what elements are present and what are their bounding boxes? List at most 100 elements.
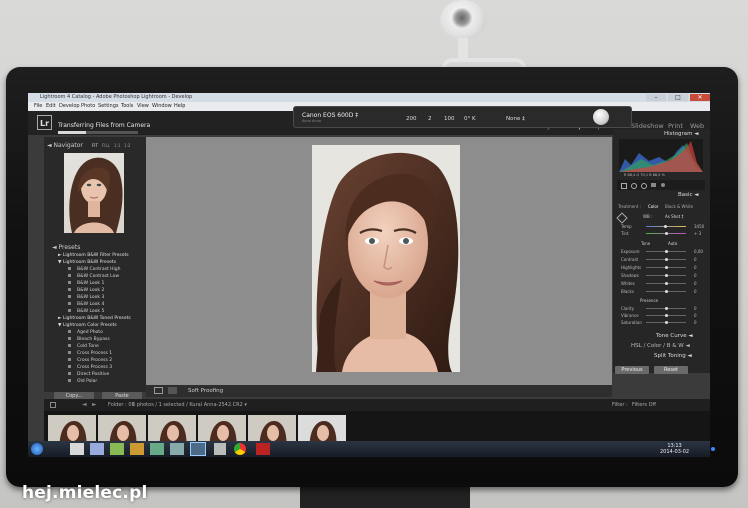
filter-select[interactable]: Filters Off (632, 402, 656, 408)
capture-button[interactable] (593, 109, 609, 125)
slider-value[interactable]: 0 (694, 306, 697, 311)
wb-select[interactable]: As Shot ‡ (665, 214, 683, 219)
preset-item[interactable]: Old Polar (68, 379, 97, 384)
back-arrow-icon[interactable]: ◄ (82, 401, 87, 408)
preset-item[interactable]: B&W Look 2 (68, 288, 104, 293)
menu-window[interactable]: Window (152, 102, 172, 111)
menu-settings[interactable]: Settings (98, 102, 119, 111)
slider-value[interactable]: 0,00 (694, 249, 703, 254)
tint-slider-thumb[interactable] (665, 232, 668, 235)
preset-item[interactable]: B&W Look 4 (68, 302, 104, 307)
preset-folder[interactable]: ▼ Lightroom B&W Presets (58, 260, 116, 265)
preset-item[interactable]: Cross Process 1 (68, 351, 112, 356)
red-eye-icon[interactable] (641, 183, 647, 189)
menu-view[interactable]: View (137, 102, 149, 111)
nav-zoom-fit[interactable]: FIT (92, 143, 98, 148)
treatment-bw[interactable]: Black & White (665, 204, 693, 209)
preset-item[interactable]: Cold Tone (68, 344, 99, 349)
maximize-button[interactable]: □ (668, 94, 688, 101)
adjustment-brush-icon[interactable] (661, 183, 665, 187)
taskbar-app-icon[interactable] (150, 443, 164, 455)
close-button[interactable]: ✕ (690, 94, 710, 101)
tone-auto-button[interactable]: Auto (668, 241, 677, 246)
menu-tools[interactable]: Tools (121, 102, 133, 111)
tone-curve-header[interactable]: Tone Curve ◄ (656, 333, 693, 339)
preset-folder[interactable]: ► Lightroom B&W Toned Presets (58, 316, 131, 321)
slider-thumb[interactable] (664, 314, 668, 317)
tint-value[interactable]: + 3 (694, 231, 701, 236)
taskbar-app-icon[interactable] (110, 443, 124, 455)
histogram-header[interactable]: Histogram ◄ (664, 131, 699, 137)
taskbar-app-icon[interactable] (70, 443, 84, 455)
develop-preset-select[interactable]: None ‡ (506, 116, 525, 122)
slider-thumb[interactable] (664, 250, 668, 253)
nav-zoom-1-2[interactable]: 1:2 (124, 143, 130, 148)
slider-value[interactable]: 0 (694, 289, 697, 294)
previous-button[interactable]: Previous (615, 366, 649, 374)
slider-thumb[interactable] (664, 321, 668, 324)
slider-value[interactable]: 0 (694, 257, 697, 262)
slider-thumb[interactable] (664, 290, 668, 293)
nav-zoom-1-1[interactable]: 1:1 (114, 143, 120, 148)
hsl-color-bw-header[interactable]: HSL / Color / B & W ◄ (631, 343, 690, 349)
preset-item[interactable]: Cross Process 2 (68, 358, 112, 363)
loupe-view-icon[interactable] (154, 387, 163, 394)
slider-thumb[interactable] (664, 307, 668, 310)
nav-zoom-fill[interactable]: FILL (102, 143, 110, 148)
graduated-filter-icon[interactable] (651, 183, 656, 187)
preset-item[interactable]: B&W Look 3 (68, 295, 104, 300)
taskbar-app-icon[interactable] (214, 443, 226, 455)
presets-header[interactable]: ◄ Presets (52, 244, 80, 251)
filmstrip-info[interactable]: 6 photos / 1 selected / Kural Anna-2542.… (132, 402, 247, 408)
navigator-header[interactable]: ◄ Navigator (47, 142, 83, 149)
preset-folder[interactable]: ► Lightroom B&W Filter Presets (58, 253, 129, 258)
slider-value[interactable]: 0 (694, 281, 697, 286)
slider-value[interactable]: 0 (694, 273, 697, 278)
spot-removal-icon[interactable] (631, 183, 637, 189)
slider-thumb[interactable] (664, 274, 668, 277)
soft-proofing-toggle[interactable]: Soft Proofing (188, 388, 223, 394)
preset-item[interactable]: B&W Look 5 (68, 309, 104, 314)
reset-button[interactable]: Reset (654, 366, 688, 374)
menu-edit[interactable]: Edit (46, 102, 56, 111)
clock[interactable]: 13:13 2014-03-02 (660, 443, 689, 455)
slider-thumb[interactable] (664, 266, 668, 269)
taskbar-app-icon[interactable] (130, 443, 144, 455)
treatment-color[interactable]: Color (648, 204, 658, 209)
camera-name[interactable]: Canon EOS 600D ‡ (302, 112, 358, 119)
temp-value[interactable]: 3450 (694, 224, 704, 229)
slider-thumb[interactable] (664, 282, 668, 285)
start-button-icon[interactable] (31, 443, 43, 455)
slider-value[interactable]: 0 (694, 265, 697, 270)
preset-item[interactable]: Aged Photo (68, 330, 103, 335)
navigator-preview[interactable] (64, 153, 124, 233)
slider-value[interactable]: 0 (694, 313, 697, 318)
crop-icon[interactable] (621, 183, 627, 189)
menu-develop[interactable]: Develop (59, 102, 80, 111)
preset-folder[interactable]: ▼ Lightroom Color Presets (58, 323, 117, 328)
forward-arrow-icon[interactable]: ► (92, 401, 97, 408)
preset-item[interactable]: Bleach Bypass (68, 337, 110, 342)
menu-help[interactable]: Help (174, 102, 185, 111)
folder-label[interactable]: Folder : 01 (108, 402, 135, 408)
split-toning-header[interactable]: Split Toning ◄ (654, 353, 692, 359)
slider-value[interactable]: 0 (694, 320, 697, 325)
preset-item[interactable]: B&W Contrast High (68, 267, 120, 272)
preset-item[interactable]: B&W Contrast Low (68, 274, 119, 279)
taskbar-app-icon[interactable] (90, 443, 104, 455)
preset-item[interactable]: B&W Look 1 (68, 281, 104, 286)
taskbar-app-icon[interactable] (170, 443, 184, 455)
grid-icon[interactable] (50, 402, 56, 408)
preset-item[interactable]: Cross Process 3 (68, 365, 112, 370)
basic-header[interactable]: Basic ◄ (678, 192, 699, 198)
menu-file[interactable]: File (34, 102, 42, 111)
taskbar-lightroom-icon[interactable] (190, 442, 206, 456)
slider-thumb[interactable] (664, 258, 668, 261)
taskbar-app-icon[interactable] (256, 443, 270, 455)
temp-slider-thumb[interactable] (664, 225, 667, 228)
minimize-button[interactable]: – (646, 94, 666, 101)
main-photo[interactable] (312, 145, 460, 372)
before-after-icon[interactable] (168, 387, 177, 394)
chrome-icon[interactable] (234, 443, 246, 455)
menu-photo[interactable]: Photo (81, 102, 95, 111)
